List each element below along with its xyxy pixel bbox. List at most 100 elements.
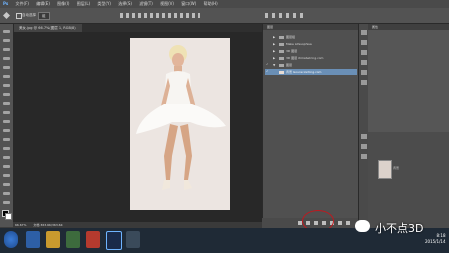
history-panel-icon[interactable] [361,30,367,35]
layer-row[interactable]: ▶ Make Lifesophisa [265,41,357,47]
brush-panel-icon[interactable] [361,80,367,85]
folder-icon [279,35,284,39]
document-canvas[interactable] [130,38,230,210]
layer-thumbnail[interactable] [378,160,392,179]
paragraph-panel-icon[interactable] [361,70,367,75]
eye-icon[interactable] [266,42,269,45]
eye-icon[interactable] [266,49,269,52]
marquee-tool-icon[interactable] [3,39,10,42]
menu-select[interactable]: 选择(S) [118,0,132,8]
layers-panel-title: 图层 [263,24,359,30]
layers-subpanel [368,132,449,228]
eye-icon[interactable]: ✓ [266,63,269,66]
history-brush-tool-icon[interactable] [3,111,10,114]
dodge-tool-icon[interactable] [3,147,10,150]
properties-panel: 属性 [368,24,449,228]
quick-select-tool-icon[interactable] [3,57,10,60]
shape-tool-icon[interactable] [3,183,10,186]
eye-icon[interactable] [266,35,269,38]
channels-mini-icon[interactable] [361,144,367,149]
new-layer-icon[interactable] [338,221,342,225]
layer-row[interactable]: ▶ 3D 图层 Ximatwiring.com [265,55,357,61]
chrome-taskbar-icon[interactable] [86,231,100,248]
system-clock[interactable]: 8:18 2015/1/14 [425,233,446,245]
move-tool-icon[interactable] [3,30,10,33]
menu-view[interactable]: 视图(V) [160,0,174,8]
ie-taskbar-icon[interactable] [26,231,40,248]
eraser-tool-icon[interactable] [3,120,10,123]
explorer-taskbar-icon[interactable] [46,231,60,248]
layers-mini-icon[interactable] [361,134,367,139]
zoom-tool-icon[interactable] [3,201,10,204]
wechat-logo-icon [355,220,370,232]
expand-arrow-icon[interactable]: ▶ [273,41,275,47]
hand-tool-icon[interactable] [3,192,10,195]
layer-name: 3D 图层 Ximatwiring.com [286,56,324,60]
photoshop-taskbar-icon[interactable] [106,231,122,250]
blur-tool-icon[interactable] [3,138,10,141]
expand-arrow-icon[interactable]: ▶ [273,34,275,40]
folder-icon [279,56,284,60]
folder-icon [279,49,284,53]
align-icons[interactable] [120,13,200,18]
layer-row-selected[interactable]: ✓ 背景 Gouracionting.com [265,69,357,75]
paths-mini-icon[interactable] [361,154,367,159]
type-tool-icon[interactable] [3,165,10,168]
menu-filter[interactable]: 滤镜(T) [139,0,153,8]
expand-arrow-icon[interactable]: ▶ [273,55,275,61]
layer-name: 背景 Gouracionting.com [286,70,322,74]
menu-type[interactable]: 类型(Y) [97,0,111,8]
start-button[interactable] [4,231,18,248]
layer-row[interactable]: ▶ 3D 图层 [265,48,357,54]
menu-image[interactable]: 图像(I) [57,0,69,8]
layer-row[interactable]: ▶ 图层组 [265,34,357,40]
healing-tool-icon[interactable] [3,84,10,87]
eye-icon[interactable] [266,56,269,59]
expand-arrow-icon[interactable]: ▼ [273,62,275,68]
lasso-tool-icon[interactable] [3,48,10,51]
layer-name: 图层 [286,63,293,67]
delete-layer-icon[interactable] [346,221,350,225]
gradient-tool-icon[interactable] [3,129,10,132]
watermark-text: 小不点3D [375,222,424,235]
properties-panel-icon[interactable] [361,40,367,45]
expand-arrow-icon[interactable]: ▶ [273,48,275,54]
menu-file[interactable]: 文件(F) [16,0,29,8]
menu-edit[interactable]: 编辑(E) [36,0,50,8]
pen-tool-icon[interactable] [3,156,10,159]
layer-name: 3D 图层 [286,49,298,53]
eye-icon[interactable]: ✓ [266,70,269,73]
move-tool-icon[interactable] [3,12,10,19]
3d-mode-icons[interactable] [265,13,305,18]
photo-figure [136,45,226,190]
character-panel-icon[interactable] [361,60,367,65]
layer-thumbnail-icon [279,70,284,74]
properties-title: 属性 [368,24,449,30]
eyedropper-tool-icon[interactable] [3,75,10,78]
document-tab[interactable]: 美女.jpg @ 66.7%(图层 1, RGB/8) [13,24,82,32]
zoom-level[interactable]: 66.67% [15,223,26,227]
background-color-swatch[interactable] [5,213,12,220]
media-taskbar-icon[interactable] [66,231,80,248]
mode-select[interactable]: 组 [38,12,50,20]
brush-tool-icon[interactable] [3,93,10,96]
crop-tool-icon[interactable] [3,66,10,69]
tools-panel [0,24,14,227]
layers-panel: 图层 ▶ 图层组 ▶ Make Lifesophisa ▶ 3D 图层 ▶ 3D… [262,24,359,228]
layer-row[interactable]: ✓ ▼ 图层 [265,62,357,68]
thumbnail-layer-name: 背景 [393,166,400,170]
stamp-tool-icon[interactable] [3,102,10,105]
options-bar: 自动选择 组 [0,8,449,24]
clock-date: 2015/1/14 [425,239,446,244]
layer-name: 图层组 [286,35,296,39]
menu-layer[interactable]: 图层(L) [77,0,90,8]
menu-window[interactable]: 窗口(W) [181,0,196,8]
menu-bar: Ps 文件(F) 编辑(E) 图像(I) 图层(L) 类型(Y) 选择(S) 滤… [0,0,449,8]
menu-help[interactable]: 帮助(H) [204,0,218,8]
auto-select-label: 自动选择 [22,13,36,17]
folder-icon [279,42,284,46]
app-taskbar-icon[interactable] [126,231,140,248]
path-select-tool-icon[interactable] [3,174,10,177]
layer-name: Make Lifesophisa [286,42,312,46]
adjustments-panel-icon[interactable] [361,50,367,55]
